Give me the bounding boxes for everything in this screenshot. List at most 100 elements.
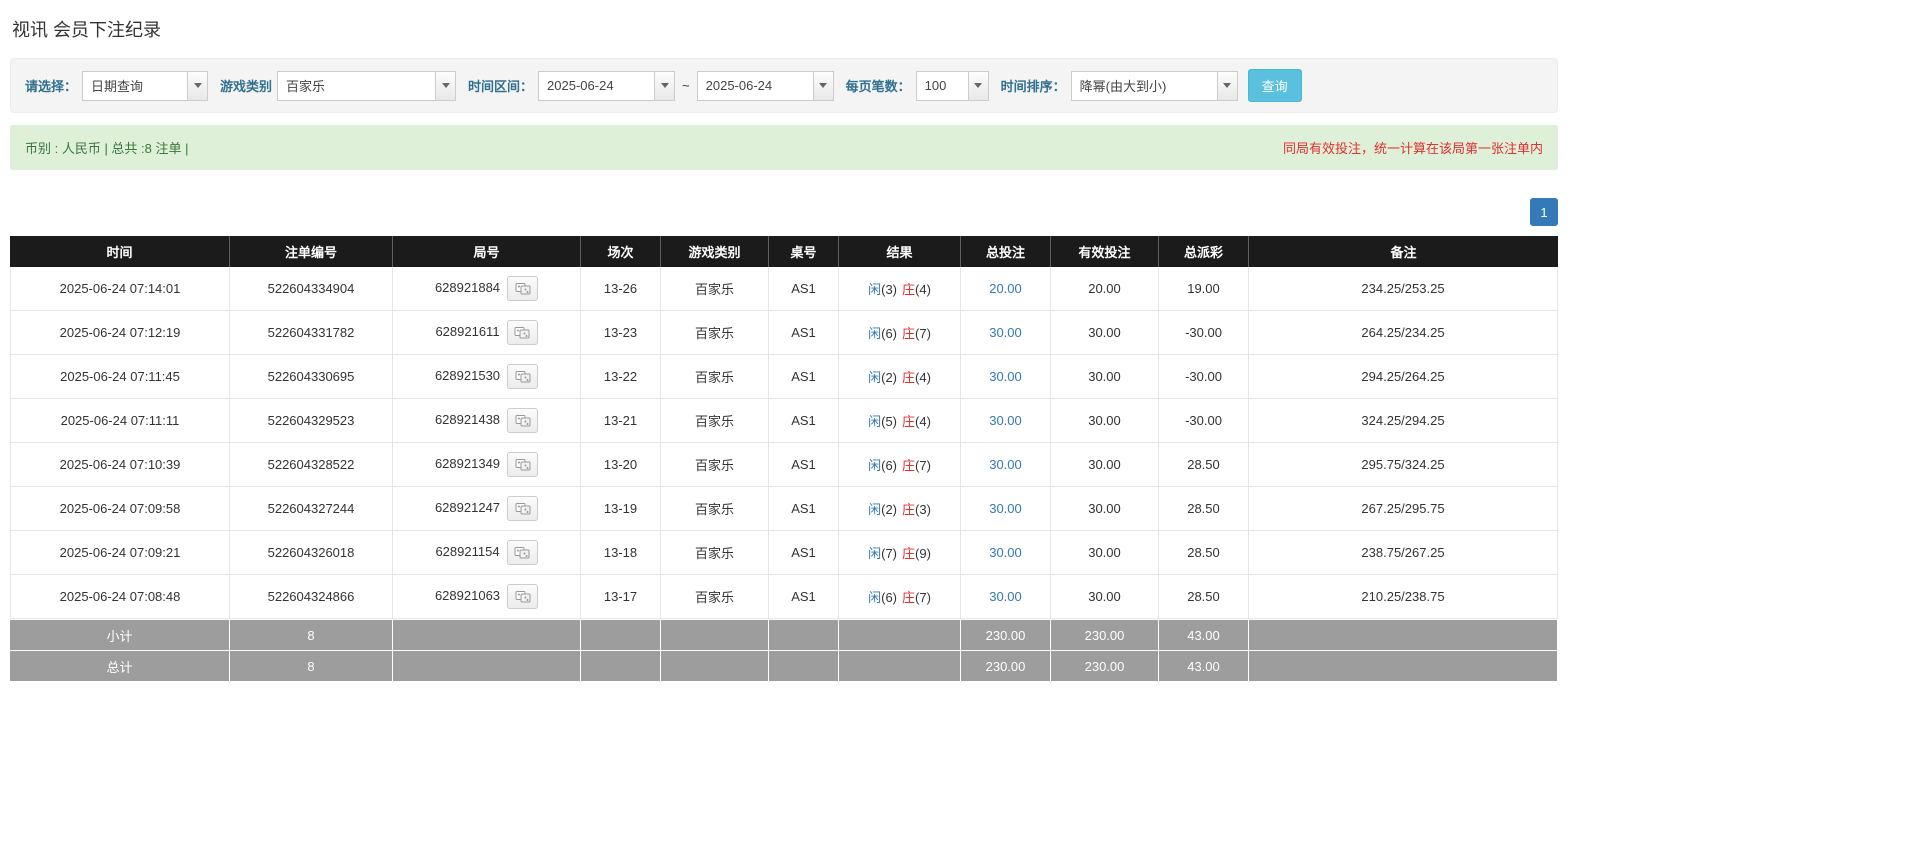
total-count: 8 xyxy=(230,650,393,681)
page-size-input[interactable] xyxy=(915,70,968,101)
summary-bar: 币别 : 人民币 | 总共 :8 注单 | 同局有效投注，统一计算在该局第一张注… xyxy=(10,125,1558,170)
cell-table-no: AS1 xyxy=(769,575,839,619)
round-number: 628921154 xyxy=(435,543,500,559)
cell-result: 闲(6) 庄(7) xyxy=(839,311,961,355)
view-game-detail-button[interactable] xyxy=(507,584,539,609)
select-mode-input[interactable] xyxy=(82,70,188,101)
view-game-detail-button[interactable] xyxy=(507,452,539,477)
cell-result: 闲(6) 庄(7) xyxy=(839,443,961,487)
cell-valid-bet: 30.00 xyxy=(1051,487,1159,531)
cell-round: 628921247 xyxy=(393,487,581,531)
table-row: 2025-06-24 07:09:58 522604327244 6289212… xyxy=(10,487,1558,531)
cell-payout: 28.50 xyxy=(1159,531,1249,575)
time-sort-combo xyxy=(1070,70,1238,101)
view-game-detail-button[interactable] xyxy=(507,496,539,521)
select-mode-caret-button[interactable] xyxy=(187,70,209,101)
round-number: 628921611 xyxy=(435,323,500,339)
pagination: 1 xyxy=(10,198,1558,226)
total-bet-link[interactable]: 30.00 xyxy=(989,545,1022,560)
cell-time: 2025-06-24 07:11:11 xyxy=(10,399,230,443)
cell-valid-bet: 20.00 xyxy=(1051,267,1159,311)
banker-result: 庄 xyxy=(902,502,916,517)
cell-valid-bet: 30.00 xyxy=(1051,575,1159,619)
date-from-caret-button[interactable] xyxy=(654,70,676,101)
round-number: 628921349 xyxy=(434,455,501,471)
date-range-separator: ~ xyxy=(682,78,690,93)
subtotal-valid-bet: 230.00 xyxy=(1051,619,1159,650)
cell-valid-bet: 30.00 xyxy=(1051,355,1159,399)
cell-result: 闲(7) 庄(9) xyxy=(839,531,961,575)
game-type-input[interactable] xyxy=(277,70,436,101)
player-result: 闲 xyxy=(868,282,882,297)
cell-game-type: 百家乐 xyxy=(661,311,769,355)
date-to-caret-button[interactable] xyxy=(812,70,834,101)
dice-cards-icon xyxy=(514,547,530,559)
cell-empty xyxy=(839,650,961,681)
total-bet-link[interactable]: 20.00 xyxy=(989,281,1022,296)
banker-result: 庄 xyxy=(902,590,916,605)
cell-bet-id: 522604326018 xyxy=(230,531,393,575)
cell-empty xyxy=(1249,650,1558,681)
player-points: (7) xyxy=(881,546,897,561)
caret-down-icon xyxy=(441,83,450,88)
date-to-input[interactable] xyxy=(696,70,813,101)
total-label: 总计 xyxy=(10,650,230,681)
subtotal-label: 小计 xyxy=(10,619,230,650)
cell-bet-id: 522604334904 xyxy=(230,267,393,311)
cell-empty xyxy=(393,619,581,650)
cell-payout: 28.50 xyxy=(1159,487,1249,531)
table-row: 2025-06-24 07:09:21 522604326018 6289211… xyxy=(10,531,1558,575)
total-bet-link[interactable]: 30.00 xyxy=(989,369,1022,384)
time-sort-caret-button[interactable] xyxy=(1216,70,1238,101)
game-type-caret-button[interactable] xyxy=(435,70,457,101)
col-bet-id: 注单编号 xyxy=(230,236,393,267)
page-size-caret-button[interactable] xyxy=(967,70,989,101)
cell-total-bet: 30.00 xyxy=(961,311,1051,355)
cell-round: 628921438 xyxy=(393,399,581,443)
view-game-detail-button[interactable] xyxy=(507,276,539,301)
query-button[interactable]: 查询 xyxy=(1247,69,1302,102)
subtotal-row: 小计 8 230.00 230.00 43.00 xyxy=(10,619,1558,650)
total-bet-link[interactable]: 30.00 xyxy=(989,589,1022,604)
cell-session: 13-17 xyxy=(581,575,661,619)
cell-empty xyxy=(661,650,769,681)
total-payout: 43.00 xyxy=(1159,650,1249,681)
total-row: 总计 8 230.00 230.00 43.00 xyxy=(10,650,1558,681)
dice-cards-icon xyxy=(515,283,531,295)
cell-round: 628921349 xyxy=(393,443,581,487)
cell-time: 2025-06-24 07:11:45 xyxy=(10,355,230,399)
dice-cards-icon xyxy=(515,459,531,471)
time-sort-input[interactable] xyxy=(1070,70,1217,101)
cell-result: 闲(6) 庄(7) xyxy=(839,575,961,619)
cell-payout: 19.00 xyxy=(1159,267,1249,311)
cell-table-no: AS1 xyxy=(769,487,839,531)
total-bet-link[interactable]: 30.00 xyxy=(989,325,1022,340)
cell-remark: 234.25/253.25 xyxy=(1249,267,1558,311)
banker-points: (4) xyxy=(915,414,931,429)
cell-session: 13-20 xyxy=(581,443,661,487)
player-points: (5) xyxy=(881,414,897,429)
total-bet-link[interactable]: 30.00 xyxy=(989,413,1022,428)
banker-points: (7) xyxy=(915,590,931,605)
player-points: (6) xyxy=(881,458,897,473)
cell-empty xyxy=(393,650,581,681)
view-game-detail-button[interactable] xyxy=(507,408,539,433)
cell-total-bet: 30.00 xyxy=(961,355,1051,399)
cell-time: 2025-06-24 07:09:21 xyxy=(10,531,230,575)
caret-down-icon xyxy=(819,83,828,88)
game-type-combo xyxy=(277,70,457,101)
cell-empty xyxy=(661,619,769,650)
total-bet-link[interactable]: 30.00 xyxy=(989,457,1022,472)
page-1-button[interactable]: 1 xyxy=(1530,198,1558,226)
time-range-label: 时间区间： xyxy=(468,79,534,94)
cell-table-no: AS1 xyxy=(769,399,839,443)
cell-result: 闲(5) 庄(4) xyxy=(839,399,961,443)
view-game-detail-button[interactable] xyxy=(506,540,538,565)
total-bet-link[interactable]: 30.00 xyxy=(989,501,1022,516)
view-game-detail-button[interactable] xyxy=(506,320,538,345)
cell-remark: 295.75/324.25 xyxy=(1249,443,1558,487)
date-from-input[interactable] xyxy=(538,70,655,101)
view-game-detail-button[interactable] xyxy=(507,364,539,389)
cell-bet-id: 522604327244 xyxy=(230,487,393,531)
cell-session: 13-22 xyxy=(581,355,661,399)
